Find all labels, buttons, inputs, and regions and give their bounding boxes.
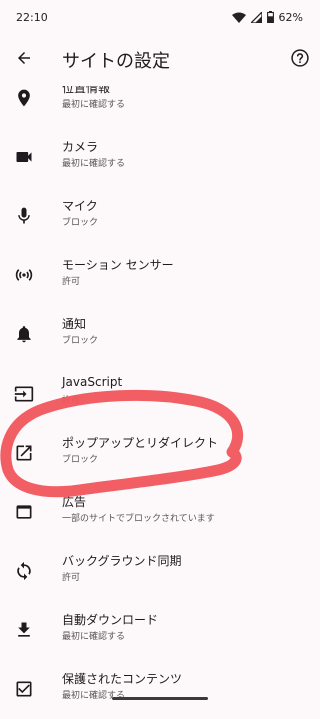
setting-item-protected-content[interactable]: 保護されたコンテンツ 最初に確認する [0,667,320,719]
setting-title: モーション センサー [62,258,174,273]
setting-item-popups[interactable]: ポップアップとリダイレクトブロック [0,431,320,483]
page-title: サイトの設定 [62,51,170,72]
setting-title: カメラ [62,140,99,155]
mic-icon [12,204,36,228]
setting-item-background-sync[interactable]: バックグラウンド同期許可 [0,549,320,601]
setting-subtitle: 許可 [62,395,81,406]
check-box-icon [12,677,36,701]
setting-subtitle: 許可 [62,572,81,583]
setting-title: 保護されたコンテンツ [62,672,183,686]
web-asset-icon [12,500,36,524]
videocam-icon [12,145,36,169]
setting-title: JavaScript [62,374,123,389]
help-button[interactable] [286,46,314,74]
setting-item-motion-sensors[interactable]: モーション センサー許可 [0,253,320,305]
setting-subtitle: 一部のサイトでブロックされています [62,513,215,524]
setting-subtitle: 最初に確認する [62,631,126,642]
setting-item-auto-download[interactable]: 自動ダウンロード最初に確認する [0,608,320,660]
gesture-nav-handle[interactable] [112,697,208,700]
setting-subtitle: ブロック [62,218,99,229]
setting-subtitle: ブロック [62,454,99,465]
setting-title: マイク [62,199,98,214]
setting-subtitle: ブロック [62,336,99,347]
input-icon [12,382,36,406]
setting-subtitle: 最初に確認する [62,159,126,170]
help-circle-icon [290,48,310,72]
settings-list: 位置情報 最初に確認する カメラ 最初に確認する マイク ブロック モーション センサー 許可… [0,0,320,711]
download-icon [12,618,36,642]
setting-item-camera[interactable]: カメラ最初に確認する [0,135,320,187]
setting-subtitle: 許可 [62,277,81,288]
sensors-icon [12,263,36,287]
setting-item-notifications[interactable]: 通知 ブロック [0,312,320,364]
sync-icon [12,559,36,583]
back-button[interactable] [10,46,38,74]
app-bar: サイトの設定 [0,34,320,86]
setting-title: 広告 [62,494,87,509]
setting-subtitle: 最初に確認する [62,100,126,110]
setting-title: ポップアップとリダイレクト [62,435,219,450]
setting-item-ads[interactable]: 広告一部のサイトでブロックされています [0,490,320,542]
setting-title: 通知 [62,317,87,332]
open-in-new-icon [12,441,36,465]
location-pin-icon [12,86,36,110]
setting-title: バックグラウンド同期 [62,553,182,568]
setting-item-microphone[interactable]: マイク ブロック [0,194,320,246]
arrow-back-icon [15,49,33,71]
bell-icon [12,322,36,346]
setting-title: 自動ダウンロード [62,612,159,627]
setting-item-javascript[interactable]: JavaScript 許可 [0,372,320,424]
